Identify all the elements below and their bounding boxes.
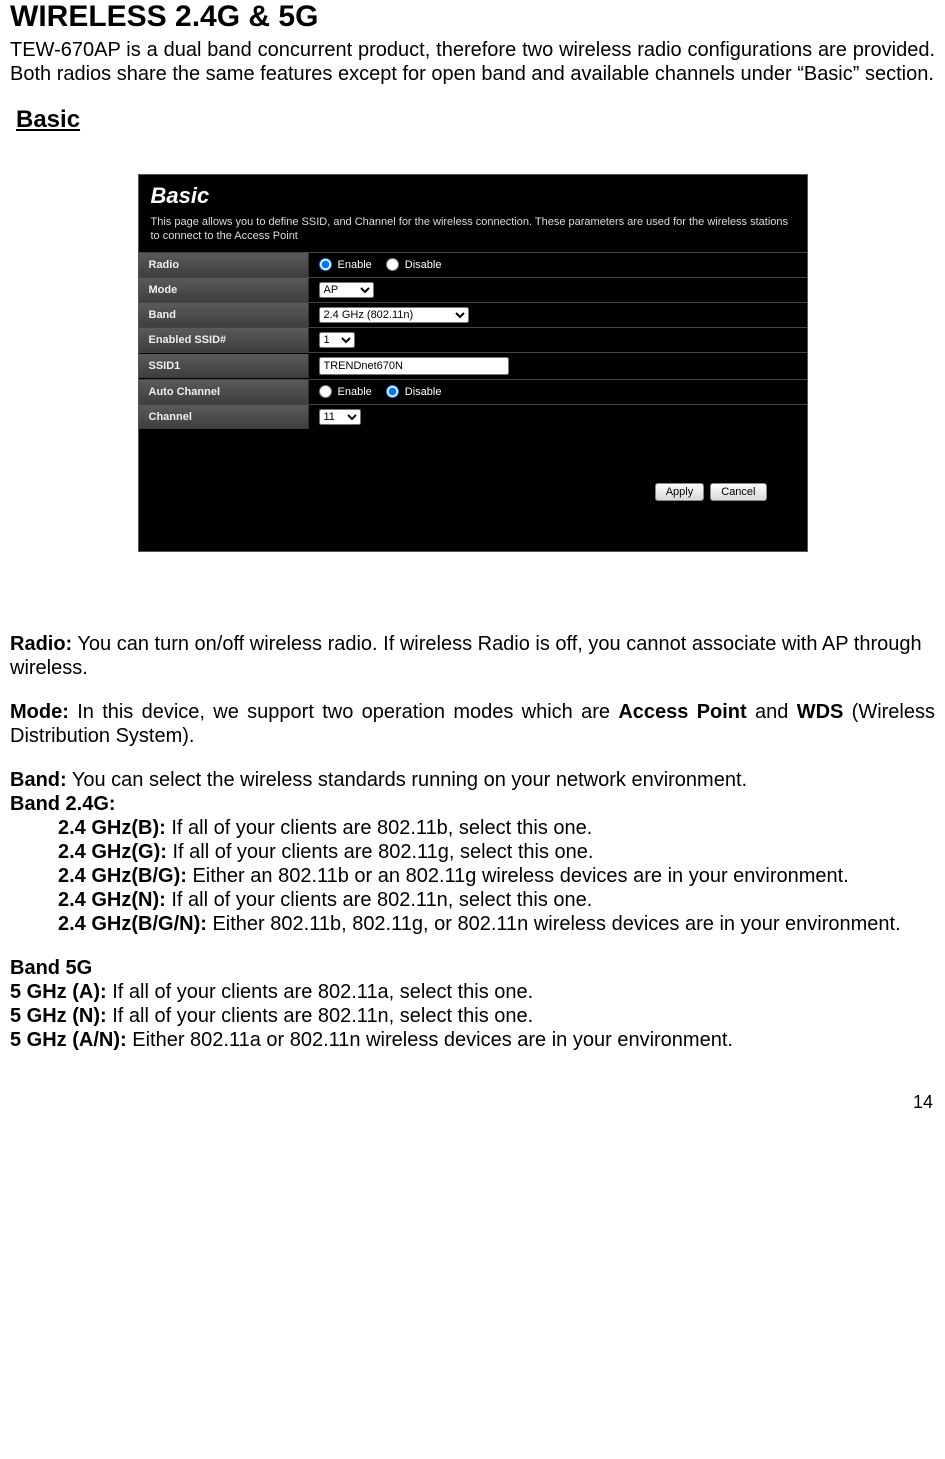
- screenshot-title: Basic: [139, 175, 807, 215]
- page-number: 14: [0, 1052, 945, 1121]
- band5a-desc: 5 GHz (A): If all of your clients are 80…: [10, 980, 935, 1004]
- band24b-label: 2.4 GHz(B):: [58, 817, 166, 839]
- mode-desc-bold1: Access Point: [618, 701, 746, 723]
- band5an-label: 5 GHz (A/N):: [10, 1029, 127, 1051]
- radio-desc: Radio: You can turn on/off wireless radi…: [10, 632, 935, 680]
- mode-field: AP: [309, 278, 807, 302]
- band5a-text: If all of your clients are 802.11a, sele…: [107, 981, 534, 1003]
- band24bgn-desc: 2.4 GHz(B/G/N): Either 802.11b, 802.11g,…: [10, 912, 935, 936]
- radio-desc-text: You can turn on/off wireless radio. If w…: [10, 633, 922, 679]
- band24bg-label: 2.4 GHz(B/G):: [58, 865, 187, 887]
- band24n-text: If all of your clients are 802.11n, sele…: [166, 889, 593, 911]
- band24n-label: 2.4 GHz(N):: [58, 889, 166, 911]
- screenshot-container: Basic This page allows you to define SSI…: [10, 174, 935, 552]
- row-band: Band 2.4 GHz (802.11n): [139, 302, 807, 327]
- cancel-button[interactable]: Cancel: [710, 483, 766, 501]
- channel-select[interactable]: 11: [319, 409, 361, 425]
- mode-select[interactable]: AP: [319, 282, 374, 298]
- page-title: WIRELESS 2.4G & 5G: [10, 0, 935, 34]
- basic-heading: Basic: [16, 106, 935, 134]
- radio-desc-label: Radio:: [10, 633, 72, 655]
- auto-channel-label: Auto Channel: [139, 380, 309, 404]
- content: Radio: You can turn on/off wireless radi…: [10, 632, 935, 1052]
- band-desc-text: You can select the wireless standards ru…: [67, 769, 747, 791]
- mode-label: Mode: [139, 278, 309, 302]
- mode-desc-bold2: WDS: [797, 701, 844, 723]
- band24-heading-text: Band 2.4G:: [10, 793, 116, 815]
- band24bg-desc: 2.4 GHz(B/G): Either an 802.11b or an 80…: [16, 864, 935, 888]
- radio-disable[interactable]: [386, 258, 399, 271]
- band24g-text: If all of your clients are 802.11g, sele…: [167, 841, 594, 863]
- ssid1-field: [309, 353, 807, 379]
- ssid1-input[interactable]: [319, 357, 509, 375]
- radio-label: Radio: [139, 253, 309, 277]
- band5n-text: If all of your clients are 802.11n, sele…: [107, 1005, 534, 1027]
- radio-enable[interactable]: [319, 258, 332, 271]
- row-mode: Mode AP: [139, 277, 807, 302]
- band-desc: Band: You can select the wireless standa…: [10, 768, 935, 792]
- band5an-desc: 5 GHz (A/N): Either 802.11a or 802.11n w…: [10, 1028, 935, 1052]
- ssid1-label: SSID1: [139, 354, 309, 378]
- enabled-ssid-select[interactable]: 1: [319, 332, 355, 348]
- mode-desc-text2: and: [747, 701, 797, 723]
- mode-desc-text1: In this device, we support two operation…: [69, 701, 618, 723]
- band5a-label: 5 GHz (A):: [10, 981, 107, 1003]
- radio-enable-label: Enable: [338, 259, 372, 271]
- band24b-text: If all of your clients are 802.11b, sele…: [166, 817, 593, 839]
- row-auto-channel: Auto Channel Enable Disable: [139, 379, 807, 404]
- auto-channel-disable-label: Disable: [405, 386, 442, 398]
- button-row: Apply Cancel: [139, 469, 807, 501]
- enabled-ssid-field: 1: [309, 328, 807, 352]
- band24g-label: 2.4 GHz(G):: [58, 841, 167, 863]
- band24-heading: Band 2.4G:: [10, 792, 935, 816]
- band24bg-text: Either an 802.11b or an 802.11g wireless…: [187, 865, 849, 887]
- band-label: Band: [139, 303, 309, 327]
- band24bgn-text: Either 802.11b, 802.11g, or 802.11n wire…: [207, 913, 901, 935]
- channel-field: 11: [309, 405, 807, 429]
- row-channel: Channel 11: [139, 404, 807, 429]
- band5-heading: Band 5G: [10, 956, 935, 980]
- auto-channel-enable-label: Enable: [338, 386, 372, 398]
- band-desc-label: Band:: [10, 769, 67, 791]
- band-field: 2.4 GHz (802.11n): [309, 303, 807, 327]
- intro-text: TEW-670AP is a dual band concurrent prod…: [10, 38, 935, 86]
- screenshot-desc: This page allows you to define SSID, and…: [139, 215, 807, 252]
- config-screenshot: Basic This page allows you to define SSI…: [138, 174, 808, 552]
- mode-desc-label: Mode:: [10, 701, 69, 723]
- apply-button[interactable]: Apply: [655, 483, 705, 501]
- mode-desc: Mode: In this device, we support two ope…: [10, 700, 935, 748]
- band24n-desc: 2.4 GHz(N): If all of your clients are 8…: [58, 888, 935, 912]
- channel-label: Channel: [139, 405, 309, 429]
- row-enabled-ssid: Enabled SSID# 1: [139, 327, 807, 352]
- row-ssid1: SSID1: [139, 352, 807, 379]
- auto-channel-enable[interactable]: [319, 385, 332, 398]
- radio-disable-label: Disable: [405, 259, 442, 271]
- band5n-desc: 5 GHz (N): If all of your clients are 80…: [10, 1004, 935, 1028]
- auto-channel-field: Enable Disable: [309, 381, 807, 402]
- band5n-label: 5 GHz (N):: [10, 1005, 107, 1027]
- enabled-ssid-label: Enabled SSID#: [139, 328, 309, 352]
- row-radio: Radio Enable Disable: [139, 252, 807, 277]
- radio-field: Enable Disable: [309, 254, 807, 275]
- band24bgn-label: 2.4 GHz(B/G/N):: [58, 913, 207, 935]
- band5an-text: Either 802.11a or 802.11n wireless devic…: [127, 1029, 733, 1051]
- band5-heading-text: Band 5G: [10, 957, 92, 979]
- band24g-desc: 2.4 GHz(G): If all of your clients are 8…: [58, 840, 935, 864]
- band24b-desc: 2.4 GHz(B): If all of your clients are 8…: [58, 816, 935, 840]
- auto-channel-disable[interactable]: [386, 385, 399, 398]
- band-select[interactable]: 2.4 GHz (802.11n): [319, 307, 469, 323]
